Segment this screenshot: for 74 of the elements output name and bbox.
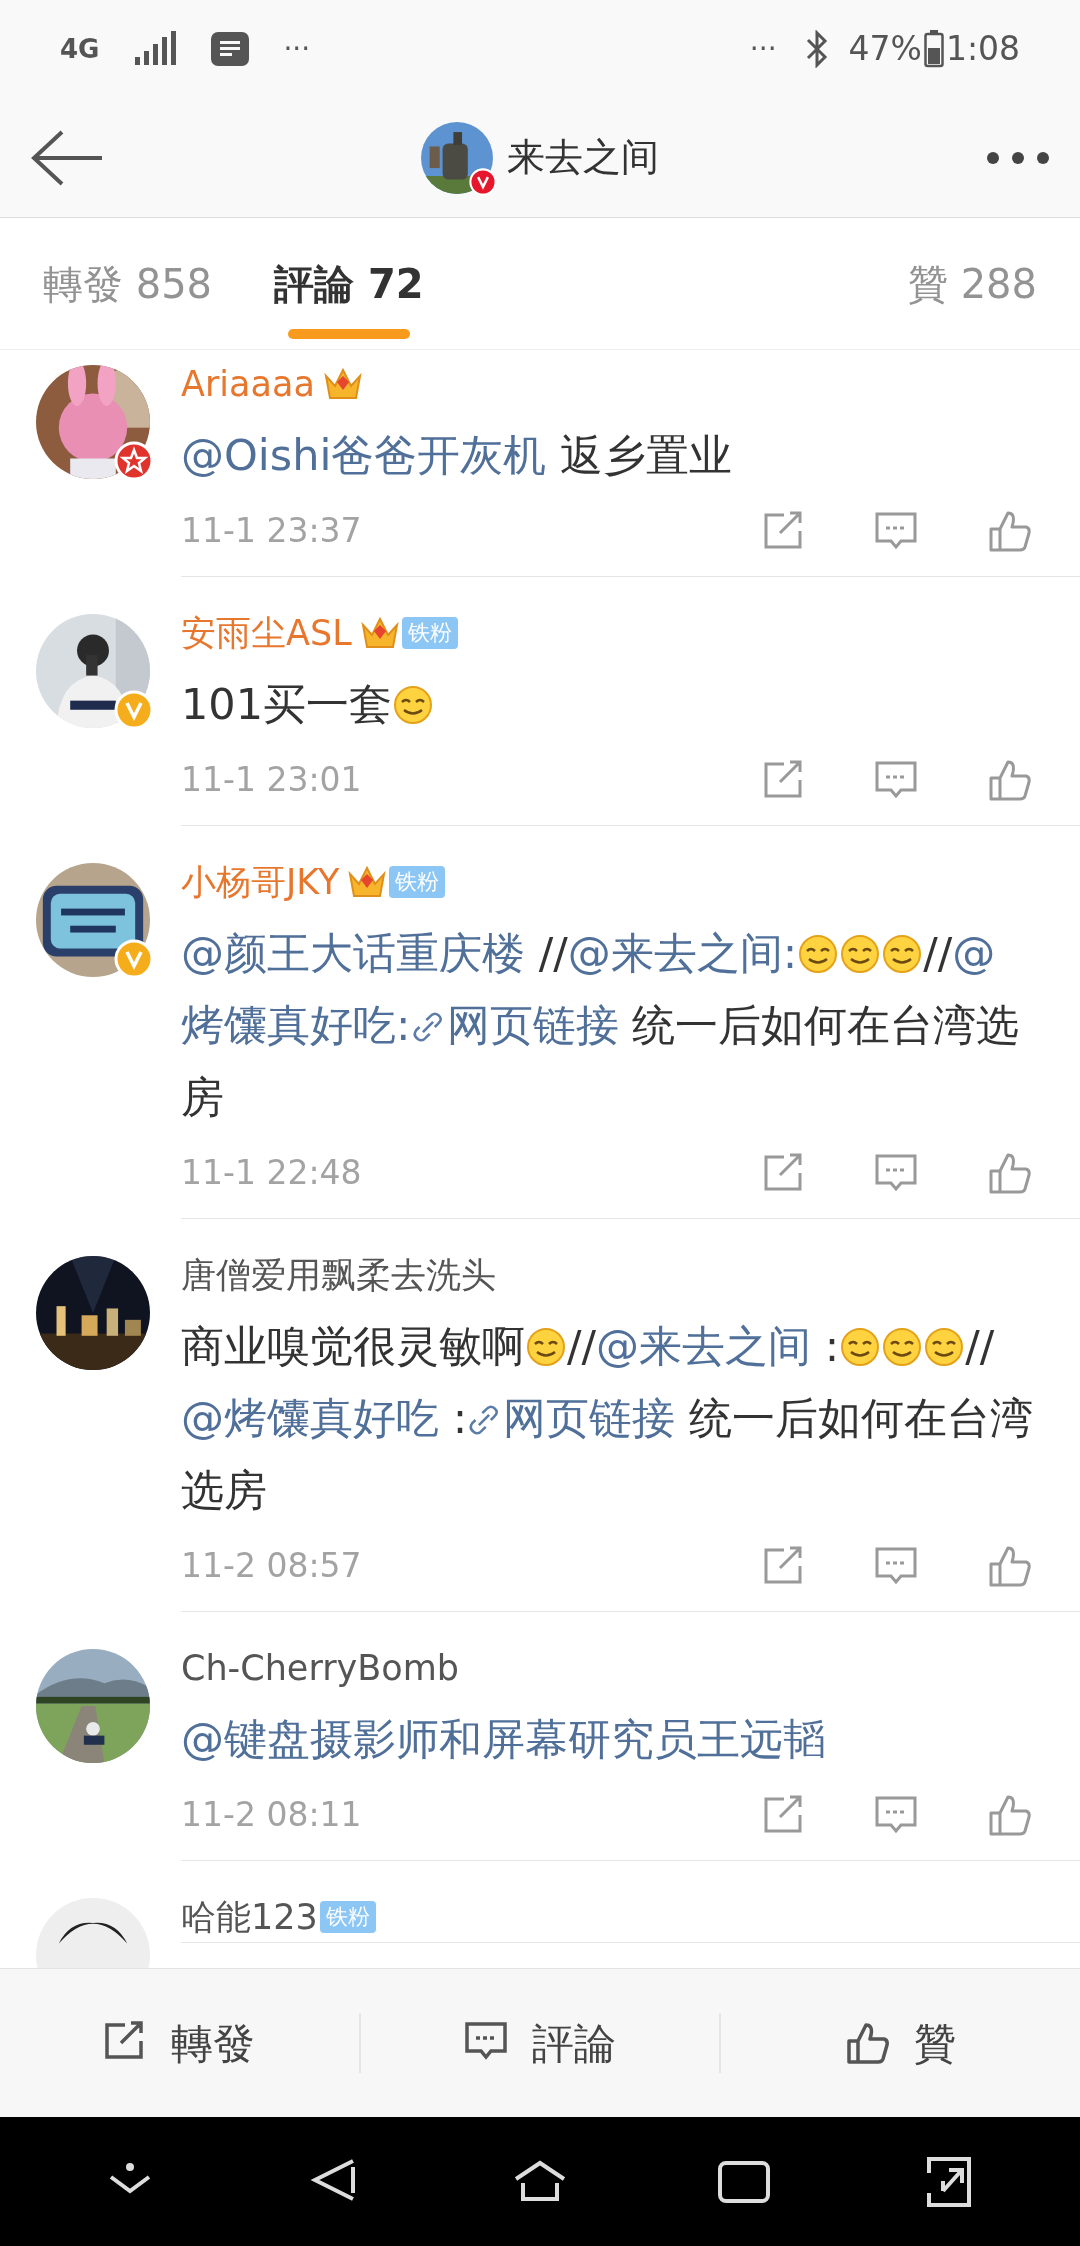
- user-name: Ch-CherryBomb: [181, 1646, 460, 1690]
- like-icon: [845, 2021, 890, 2065]
- share-icon[interactable]: [762, 1795, 804, 1835]
- comment-text: @Oishi爸爸开灰机 返乡置业: [181, 429, 734, 482]
- emoji-icon: [526, 1327, 566, 1367]
- tab[interactable]: 贊 288: [907, 218, 1037, 349]
- verified-icon: [114, 690, 154, 730]
- comment-icon[interactable]: [874, 760, 918, 800]
- emoji-icon: [840, 1327, 881, 1367]
- mention-link[interactable]: @键盘摄影师和屏幕研究员王远韬: [181, 1714, 826, 1764]
- like-icon[interactable]: [988, 509, 1032, 553]
- signal-icon: [133, 31, 178, 67]
- action-button[interactable]: 轉發: [0, 1969, 359, 2117]
- emoji-icon: [882, 1327, 923, 1367]
- user-name: 唐僧爱用飘柔去洗头: [181, 1253, 496, 1297]
- verified-icon: [469, 167, 497, 196]
- mention-link[interactable]: @烤馕真好吃: [181, 1393, 439, 1443]
- action-button[interactable]: 評論: [360, 1969, 720, 2117]
- comment-icon[interactable]: [874, 1153, 918, 1193]
- page-title: 来去之间: [507, 134, 659, 181]
- comment-icon[interactable]: [874, 1795, 918, 1835]
- mention-link[interactable]: @来去之间:: [567, 928, 798, 978]
- like-icon[interactable]: [988, 1151, 1032, 1195]
- more-icon[interactable]: [986, 151, 1050, 165]
- user-name: 安雨尘ASL: [181, 611, 352, 655]
- mention-link[interactable]: @Oishi爸爸开灰机: [181, 430, 547, 480]
- fan-badge: 铁粉: [319, 1901, 376, 1933]
- like-icon[interactable]: [988, 1793, 1032, 1837]
- share-icon[interactable]: [762, 760, 804, 800]
- fan-badge: 铁粉: [389, 866, 446, 898]
- mention-link[interactable]: @: [952, 928, 996, 978]
- share-icon[interactable]: [762, 1153, 804, 1193]
- mention-link[interactable]: @颜王大话重庆楼: [181, 928, 525, 978]
- message-icon: [211, 32, 250, 66]
- share-icon[interactable]: [762, 511, 804, 551]
- more-indicator: ···: [283, 31, 311, 67]
- network-label: 4G: [60, 32, 100, 66]
- comment-text: 商业嗅觉很灵敏啊 //@来去之间 : // @烤馕真好吃 : 网页链接 统一后如何在台湾选房: [181, 1320, 1034, 1517]
- bluetooth-icon: [804, 30, 829, 68]
- battery-level: 47%: [848, 28, 922, 71]
- web-link[interactable]: 网页链接: [467, 1393, 676, 1443]
- emoji-icon: [798, 934, 839, 974]
- more-indicator: ···: [749, 31, 777, 67]
- web-link[interactable]: 网页链接: [410, 1000, 619, 1050]
- comment-time: 11-1 23:37: [181, 510, 362, 553]
- star-badge-icon: [114, 441, 154, 481]
- emoji-icon: [882, 934, 923, 974]
- user-name: 哈能123: [181, 1895, 318, 1939]
- user-name: 小杨哥JKY: [181, 860, 340, 904]
- emoji-icon: [924, 1327, 965, 1367]
- like-icon[interactable]: [988, 1544, 1032, 1588]
- clock-time: 1:08: [945, 28, 1020, 71]
- comment-time: 11-1 22:48: [181, 1152, 362, 1195]
- mention-link[interactable]: 烤馕真好吃:: [181, 1000, 411, 1050]
- like-icon[interactable]: [988, 758, 1032, 802]
- comment-time: 11-2 08:57: [181, 1545, 362, 1588]
- comment-time: 11-1 23:01: [181, 759, 362, 802]
- comment-text: @颜王大话重庆楼 //@来去之间: //@ 烤馕真好吃: 网页链接 统一后如何在台湾选房: [181, 927, 1021, 1124]
- battery-icon: [923, 30, 944, 68]
- verified-icon: [114, 939, 154, 979]
- link-icon: [410, 1010, 445, 1044]
- comment-text: 101买一套: [181, 668, 1044, 740]
- action-button[interactable]: 贊: [721, 1969, 1080, 2117]
- tab[interactable]: 評論 72: [274, 218, 424, 349]
- emoji-icon: [393, 685, 434, 725]
- emoji-icon: [840, 934, 881, 974]
- comment-icon[interactable]: [874, 1546, 918, 1586]
- user-name: Ariaaaa: [181, 362, 315, 406]
- comment-icon[interactable]: [874, 511, 918, 551]
- comment-time: 11-2 08:11: [181, 1794, 362, 1837]
- tab[interactable]: 轉發 858: [43, 218, 213, 349]
- mention-link[interactable]: @来去之间: [596, 1321, 811, 1371]
- share-icon[interactable]: [762, 1546, 804, 1586]
- fan-badge: 铁粉: [401, 617, 458, 649]
